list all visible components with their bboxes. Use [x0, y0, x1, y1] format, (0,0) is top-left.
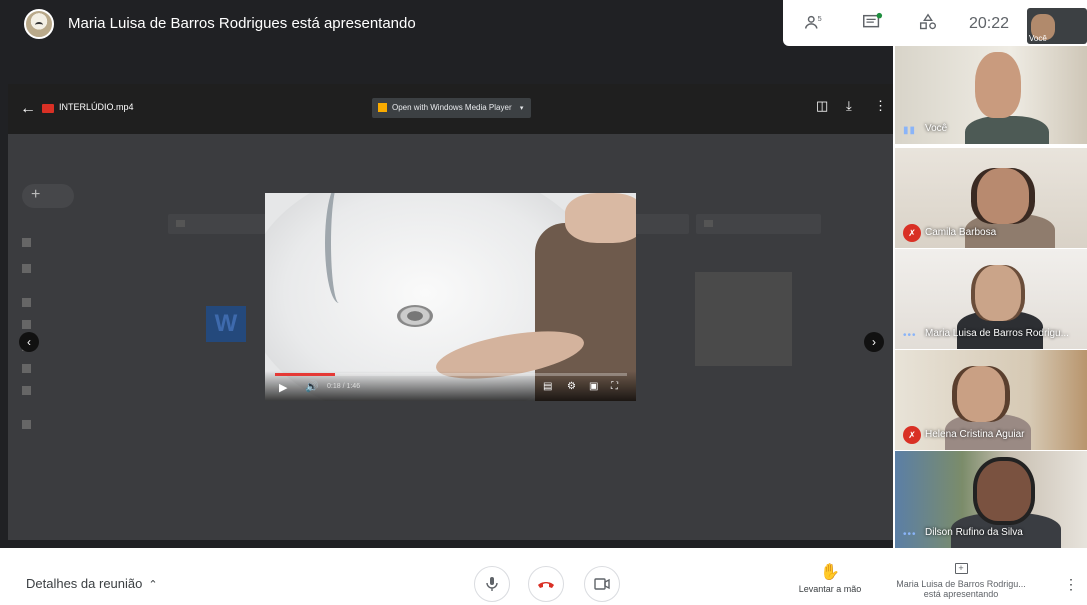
tile-person-head — [975, 52, 1021, 118]
video-player: ▶ 🔊 0:18 / 1:46 ▤ ⚙ ▣ ⛶ — [265, 193, 636, 401]
participant-tile-helena[interactable]: ✗ Helena Cristina Aguiar — [895, 350, 1087, 450]
bottom-bar: Detalhes da reunião ⌃ ✋ Levantar a mão + … — [0, 548, 1087, 605]
tile-person-head — [975, 265, 1021, 321]
participant-tile-camila[interactable]: ✗ Camila Barbosa — [895, 148, 1087, 248]
speaking-indicator-icon: ••• — [903, 330, 917, 341]
top-right-toolbar: 5 20:22 Você — [783, 0, 1087, 46]
drive-preview-header: ← INTERLÚDIO.mp4 Open with Windows Media… — [8, 84, 893, 134]
drive-folder — [696, 214, 821, 234]
video-frame-hand — [565, 193, 636, 243]
self-label: Você — [1029, 34, 1047, 43]
presenting-now-button[interactable]: + Maria Luisa de Barros Rodrigu... está … — [885, 558, 1037, 599]
chevron-up-icon: ⌃ — [148, 579, 158, 591]
fullscreen-icon: ⛶ — [611, 381, 618, 392]
drive-sidebar-trash — [22, 386, 41, 398]
presenting-title: Maria Luisa de Barros Rodrigues está apr… — [68, 15, 416, 32]
video-file-icon — [42, 104, 54, 113]
participant-tile-maria-luisa[interactable]: ••• Maria Luisa de Barros Rodrigu... — [895, 249, 1087, 349]
raise-hand-label: Levantar a mão — [798, 584, 862, 594]
microphone-icon — [486, 577, 498, 591]
more-options-icon[interactable]: ⋮ — [1064, 576, 1078, 593]
video-frame-drain — [397, 305, 433, 327]
file-name: INTERLÚDIO.mp4 — [59, 102, 134, 112]
tile-person-head — [957, 366, 1005, 422]
self-view-thumbnail[interactable]: Você — [1027, 8, 1087, 44]
raise-hand-button[interactable]: ✋ Levantar a mão — [790, 562, 870, 594]
hang-up-button[interactable] — [528, 566, 564, 602]
open-with-button: Open with Windows Media Player ▾ — [372, 98, 532, 118]
miniplayer-icon: ▣ — [589, 381, 599, 392]
back-arrow-icon: ← — [20, 100, 36, 117]
tile-person-head — [973, 457, 1035, 525]
participant-name: Dilson Rufino da Silva — [925, 527, 1023, 538]
chevron-left-icon: ‹ — [19, 332, 39, 352]
chat-icon[interactable] — [861, 12, 885, 34]
presenter-state: está apresentando — [923, 589, 999, 599]
captions-icon: ▤ — [543, 381, 553, 392]
drive-sidebar-my-drive — [22, 238, 41, 250]
hand-icon: ✋ — [820, 564, 840, 581]
activities-icon[interactable] — [917, 12, 941, 34]
tile-person-head — [977, 168, 1029, 224]
camera-icon — [594, 578, 610, 590]
video-time: 0:18 / 1:46 — [327, 383, 361, 390]
participant-name: Camila Barbosa — [925, 227, 997, 238]
download-icon: ⤓ — [846, 98, 852, 113]
svg-text:5: 5 — [818, 14, 822, 23]
participant-name: Helena Cristina Aguiar — [925, 429, 1025, 440]
drive-sidebar-shared-drives — [22, 264, 41, 276]
drive-file-thumbnail — [695, 272, 792, 366]
microphone-button[interactable] — [474, 566, 510, 602]
meeting-details-label: Detalhes da reunião — [26, 576, 143, 591]
comment-icon: ◫ — [816, 98, 829, 113]
drive-sidebar-computers — [22, 298, 41, 310]
drive-sidebar-storage — [22, 420, 41, 432]
chevron-down-icon: ▾ — [519, 105, 524, 112]
participant-tile-dilson[interactable]: ••• Dilson Rufino da Silva — [895, 451, 1087, 548]
video-controls: ▶ 🔊 0:18 / 1:46 ▤ ⚙ ▣ ⛶ — [265, 371, 636, 401]
participant-tile-voce[interactable]: ▮▮ Você — [895, 46, 1087, 144]
presenter-avatar — [24, 9, 54, 39]
mic-off-icon: ✗ — [903, 426, 921, 444]
people-icon[interactable]: 5 — [803, 12, 827, 34]
open-with-label: Open with Windows Media Player — [392, 103, 512, 112]
video-progress-fill — [275, 373, 335, 376]
speaking-indicator-icon: ••• — [903, 529, 917, 540]
present-screen-icon: + — [954, 563, 968, 574]
tile-person-body — [965, 116, 1049, 144]
participant-name: Você — [925, 123, 948, 134]
settings-icon: ⚙ — [567, 381, 576, 392]
more-vert-icon: ⋮ — [874, 98, 887, 113]
volume-icon: 🔊 — [305, 381, 319, 393]
drive-sidebar-starred — [22, 364, 41, 376]
presenter-name: Maria Luisa de Barros Rodrigu... — [896, 579, 1026, 589]
camera-button[interactable] — [584, 566, 620, 602]
speaking-indicator-icon: ▮▮ — [903, 125, 917, 136]
word-doc-icon: W — [206, 306, 246, 342]
media-player-icon — [378, 103, 387, 112]
chevron-right-icon: › — [864, 332, 884, 352]
mic-off-icon: ✗ — [903, 224, 921, 242]
play-icon: ▶ — [279, 382, 288, 394]
drive-sidebar-shared — [22, 320, 41, 332]
drive-new-button — [22, 184, 74, 208]
clock: 20:22 — [969, 15, 1010, 32]
meeting-details-button[interactable]: Detalhes da reunião ⌃ — [26, 576, 158, 591]
participant-name: Maria Luisa de Barros Rodrigu... — [925, 328, 1069, 339]
hang-up-icon — [538, 582, 554, 588]
video-progress-bar — [275, 373, 627, 376]
